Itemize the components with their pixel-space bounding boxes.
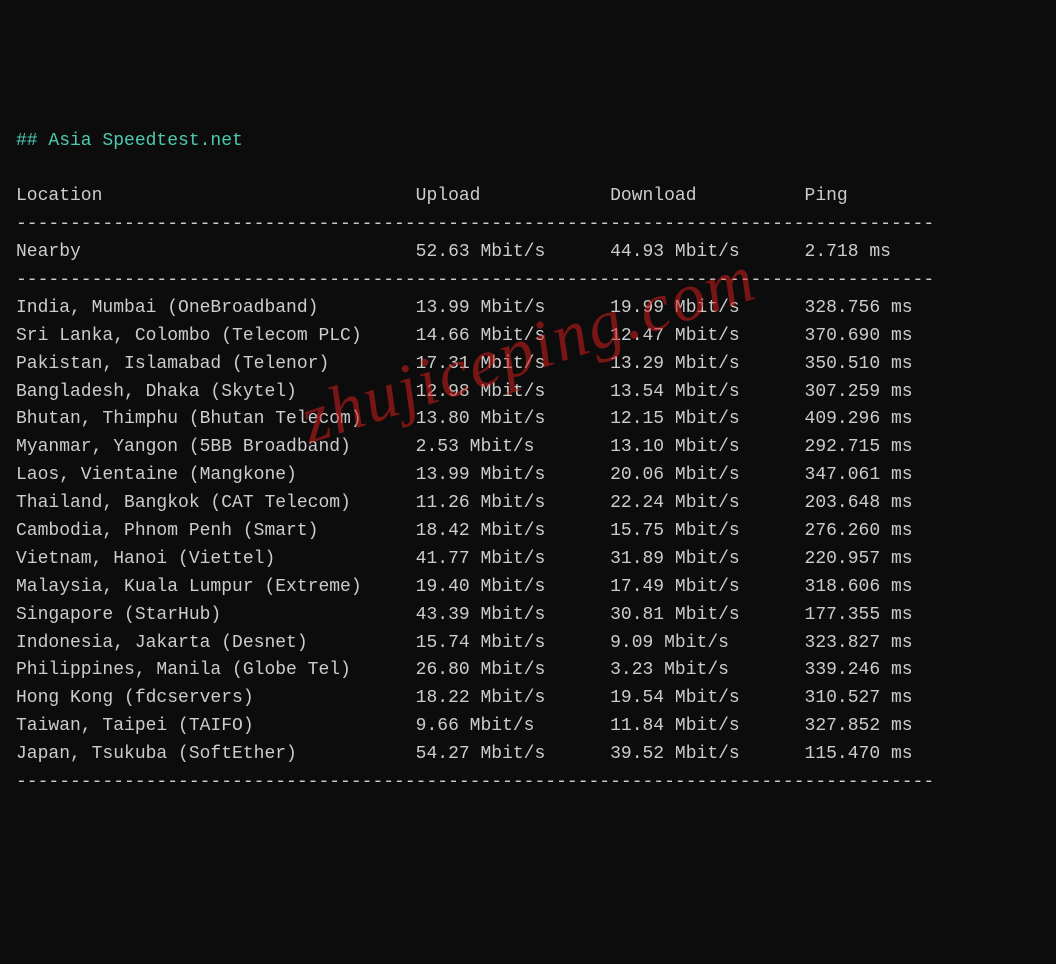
terminal-output: ## Asia Speedtest.net Location Upload Do… [16, 128, 1040, 797]
section-title: ## Asia Speedtest.net [16, 131, 243, 151]
